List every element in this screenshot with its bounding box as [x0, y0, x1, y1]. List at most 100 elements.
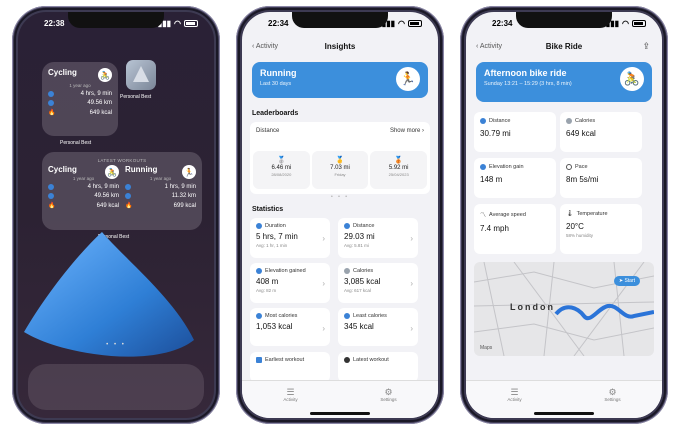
metric-distance: Distance 30.79 mi — [474, 112, 556, 152]
cycling-icon: 🚴 — [98, 68, 112, 82]
app-icon[interactable] — [126, 60, 156, 90]
stat-average: Avg: 617 kcal — [344, 288, 371, 293]
dock — [28, 364, 204, 410]
notch — [516, 12, 612, 28]
tab-label: Settings — [380, 397, 397, 402]
stat-label: Most calories — [265, 313, 298, 319]
stat-card-elevation[interactable]: Elevation gained 408 m Avg: 82 m › — [250, 263, 330, 303]
leaderboard-date: 25/04/2023 — [388, 172, 409, 177]
widget-calories-row: 🔥 649 kcal — [48, 109, 112, 117]
tab-label: Activity — [507, 397, 522, 402]
stat-card-earliest[interactable]: Earliest workout — [250, 352, 330, 382]
stat-value: 3,085 kcal — [344, 277, 381, 286]
widget-subtitle: 1 year ago — [69, 83, 91, 88]
cycling-calories: 649 kcal — [96, 202, 119, 209]
latest-running-column: Running 🏃 1 year ago 1 hrs, 9 min 11.32 … — [125, 165, 196, 209]
chevron-right-icon: › — [322, 279, 325, 288]
running-duration: 1 hrs, 9 min — [164, 184, 196, 190]
leaderboard-date: Friday — [334, 172, 346, 177]
clock-icon — [48, 184, 54, 190]
phone-bike-ride: 22:34 ▮▮▮ ◠ ‹ Activity Bike Ride ⇪ After… — [460, 6, 668, 424]
metric-value: 20°C — [566, 222, 584, 231]
leaderboard-item[interactable]: 🥈 6.46 mi 28/08/2020 — [253, 151, 310, 189]
map-attribution: Maps — [480, 345, 493, 351]
widget-distance: 49.56 km — [87, 100, 112, 106]
cycling-icon: 🚴 — [620, 67, 644, 91]
moon-icon — [344, 357, 350, 363]
list-icon: ☰ — [286, 387, 295, 397]
home-indicator — [310, 412, 370, 415]
back-button[interactable]: ‹ Activity — [476, 43, 502, 50]
ride-hero-card: Afternoon bike ride Sunday 13:21 – 15:29… — [476, 62, 652, 102]
stat-average: Avg: 5.81 mi — [344, 243, 369, 248]
medal-icon: 🥇 — [335, 157, 345, 164]
page-title: Insights — [324, 41, 356, 51]
chevron-right-icon: › — [322, 324, 325, 333]
leaderboard-value: 6.46 mi — [271, 165, 292, 171]
cycling-distance: 49.56 km — [94, 193, 119, 199]
stat-card-latest[interactable]: Latest workout — [338, 352, 418, 382]
widget-distance-row: 49.56 km — [48, 100, 112, 106]
running-hero-card[interactable]: Running Last 30 days 🏃 — [252, 62, 428, 98]
flame-icon — [344, 268, 350, 274]
distance-icon — [125, 193, 131, 199]
distance-icon — [48, 193, 54, 199]
nav-bar: ‹ Activity Bike Ride ⇪ — [466, 34, 662, 58]
stat-card-duration[interactable]: Duration 5 hrs, 7 min Avg: 1 hr, 1 min › — [250, 218, 330, 258]
tab-settings[interactable]: ⚙ Settings — [604, 387, 620, 418]
stat-card-most-calories[interactable]: Most calories 1,053 kcal › — [250, 308, 330, 346]
route-line — [554, 303, 654, 321]
widget-header: LATEST WORKOUTS — [97, 158, 147, 163]
leaderboard-value: 7.03 mi — [330, 165, 350, 171]
latest-workouts-widget[interactable]: LATEST WORKOUTS Cycling 🚴 1 year ago 4 h… — [42, 152, 202, 230]
chevron-right-icon: › — [410, 324, 413, 333]
chevron-right-icon: › — [410, 234, 413, 243]
flame-icon — [256, 313, 262, 319]
distance-icon — [48, 100, 54, 106]
stat-label: Least calories — [353, 313, 387, 319]
app-icon-label: Personal Best — [120, 94, 152, 100]
route-map[interactable]: London ➤ Start Maps — [474, 262, 654, 356]
flame-icon: 🔥 — [48, 203, 56, 209]
map-start-pin[interactable]: ➤ Start — [613, 276, 640, 286]
medal-icon: 🥉 — [394, 157, 404, 164]
timer-icon — [566, 164, 572, 170]
insights-screen: 22:34 ▮▮▮ ◠ ‹ Activity Insights Running … — [242, 12, 438, 418]
distance-label: Distance — [256, 128, 280, 134]
status-time: 22:34 — [492, 18, 513, 28]
share-icon[interactable]: ⇪ — [642, 41, 650, 52]
elevation-icon — [256, 268, 262, 274]
stat-value: 5 hrs, 7 min — [256, 232, 298, 241]
gear-icon: ⚙ — [608, 387, 617, 397]
tab-settings[interactable]: ⚙ Settings — [380, 387, 396, 418]
tab-activity[interactable]: ☰ Activity — [507, 387, 521, 418]
metric-average-speed: 〽 Average speed 7.4 mph — [474, 204, 556, 254]
stat-card-least-calories[interactable]: Least calories 345 kcal › — [338, 308, 418, 346]
stat-label: Latest workout — [353, 357, 389, 363]
running-icon: 🏃 — [182, 165, 196, 179]
widget-footer-label: Personal Best — [60, 140, 92, 146]
stat-value: 408 m — [256, 277, 279, 286]
carousel-dots: • • • — [330, 194, 350, 200]
cycling-widget[interactable]: Cycling 🚴 1 year ago 4 hrs, 9 min 49.56 … — [42, 62, 118, 136]
metric-subtext: 58% humidity — [566, 233, 594, 238]
leaderboard-item[interactable]: 🥇 7.03 mi Friday — [311, 151, 369, 189]
stat-label: Elevation gained — [265, 268, 306, 274]
thermometer-icon: 🌡 — [566, 211, 574, 217]
flame-icon — [344, 313, 350, 319]
latest-cycling-column: Cycling 🚴 1 year ago 4 hrs, 9 min 49.56 … — [48, 165, 119, 209]
flame-icon — [566, 118, 572, 124]
back-label: Activity — [255, 42, 279, 50]
tab-activity[interactable]: ☰ Activity — [283, 387, 297, 418]
leaderboard-item[interactable]: 🥉 5.92 mi 25/04/2023 — [370, 151, 428, 189]
back-button[interactable]: ‹ Activity — [252, 43, 278, 50]
leaderboards-heading: Leaderboards — [252, 110, 299, 117]
battery-icon — [408, 19, 422, 27]
stat-card-calories[interactable]: Calories 3,085 kcal Avg: 617 kcal › — [338, 263, 418, 303]
metric-elevation: Elevation gain 148 m — [474, 158, 556, 198]
wifi-icon: ◠ — [622, 18, 629, 28]
running-calories: 699 kcal — [173, 202, 196, 209]
metric-label: Pace — [575, 164, 588, 170]
stat-card-distance[interactable]: Distance 29.03 mi Avg: 5.81 mi › — [338, 218, 418, 258]
show-more-link[interactable]: Show more › — [390, 128, 424, 134]
